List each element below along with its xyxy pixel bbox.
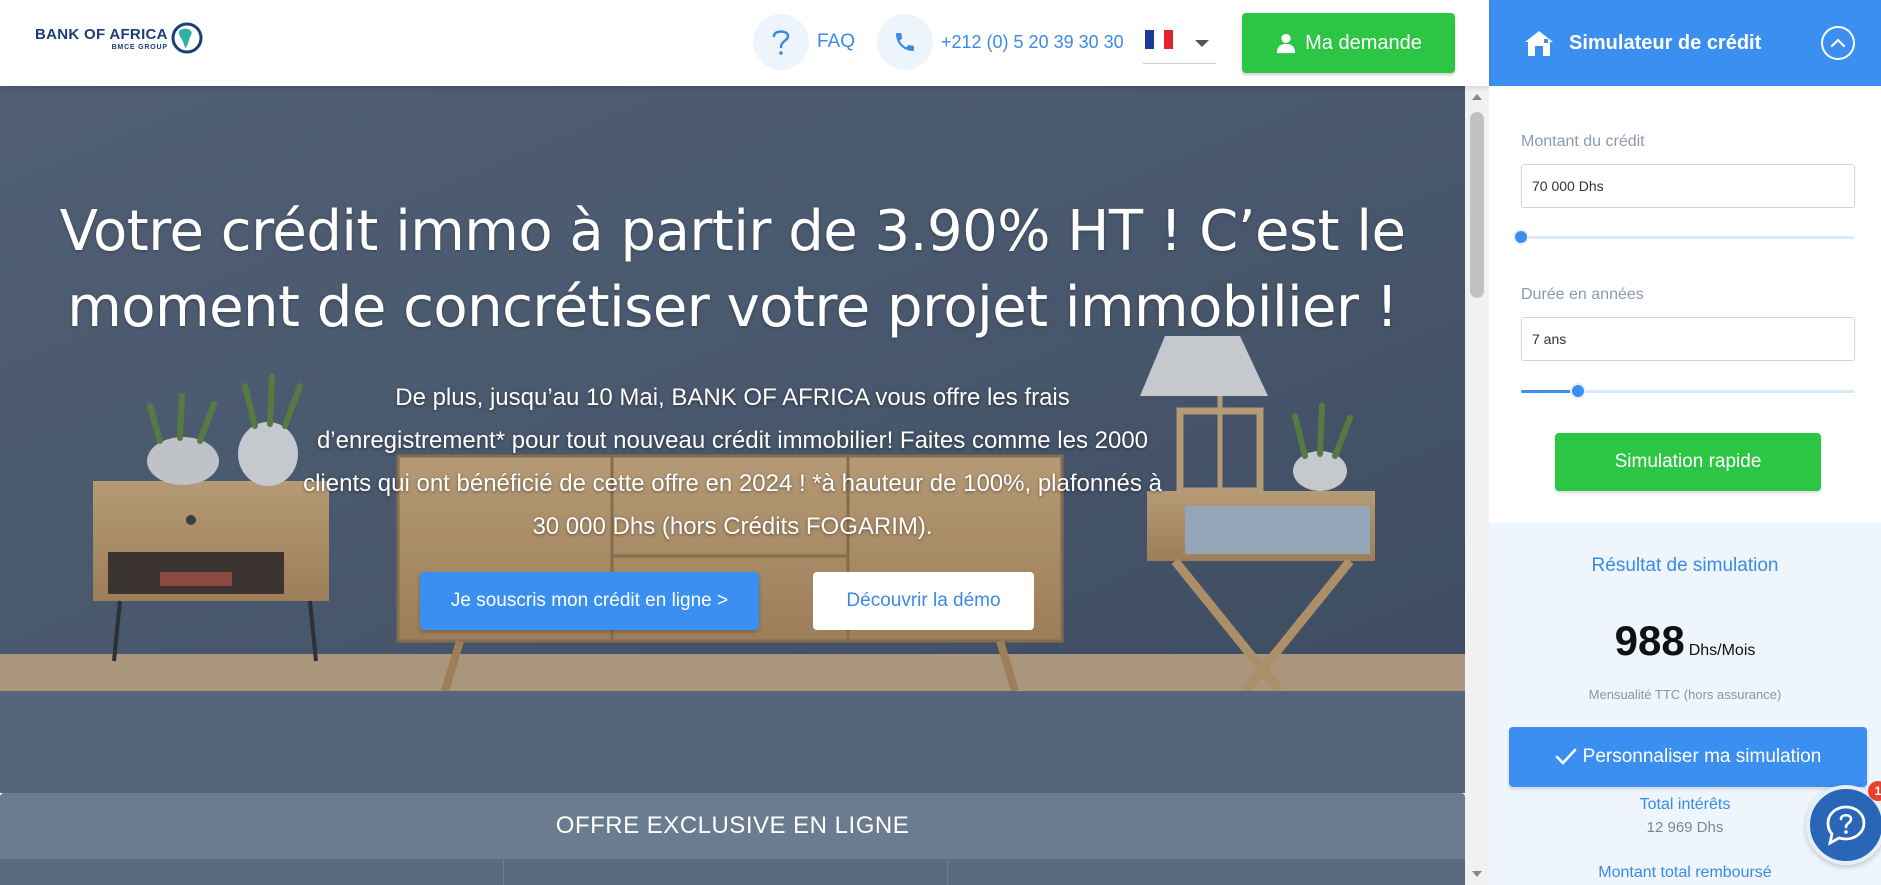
logo-sub-text: BMCE GROUP — [111, 43, 168, 51]
monthly-payment-unit: Dhs/Mois — [1688, 642, 1756, 659]
result-title: Résultat de simulation — [1591, 555, 1779, 576]
logo-main-text: BANK OF AFRICA — [35, 25, 168, 43]
amount-slider-track — [1521, 236, 1855, 239]
phone-link[interactable]: +212 (0) 5 20 39 30 30 — [877, 14, 1124, 70]
scrollbar-thumb[interactable] — [1470, 112, 1484, 298]
duration-input[interactable]: 7 ans — [1521, 317, 1855, 361]
amount-label: Montant du crédit — [1521, 133, 1645, 150]
collapse-simulator-button[interactable] — [1821, 26, 1855, 60]
quick-simulation-button[interactable]: Simulation rapide — [1555, 433, 1821, 491]
simulator-title: Simulateur de crédit — [1569, 31, 1762, 54]
hero-banner: Votre crédit immo à partir de 3.90% HT !… — [0, 86, 1465, 691]
discover-demo-button[interactable]: Découvrir la démo — [813, 572, 1034, 630]
offer-column — [504, 859, 948, 885]
monthly-payment-note: Mensualité TTC (hors assurance) — [1588, 687, 1782, 702]
house-icon — [1525, 31, 1553, 56]
question-mark-icon — [753, 14, 809, 70]
notification-badge: 1 — [1868, 781, 1881, 801]
duration-slider[interactable] — [1521, 383, 1855, 399]
faq-label: FAQ — [817, 31, 856, 52]
scroll-up-icon[interactable] — [1472, 94, 1482, 100]
hero-bottom-band — [0, 691, 1465, 793]
ma-demande-label: Ma demande — [1305, 31, 1422, 54]
language-selector[interactable] — [1143, 24, 1216, 64]
hero-title: Votre crédit immo à partir de 3.90% HT !… — [59, 199, 1406, 340]
user-icon — [1276, 33, 1296, 54]
monthly-payment-value: 988 — [1614, 617, 1685, 664]
offer-column — [948, 859, 1465, 885]
amount-slider[interactable] — [1513, 229, 1855, 245]
help-chat-icon — [1826, 805, 1866, 846]
french-flag-icon — [1145, 30, 1173, 49]
offers-strip — [0, 859, 1465, 885]
duration-slider-handle[interactable] — [1569, 383, 1586, 399]
logo-text: BANK OF AFRICA BMCE GROUP — [35, 26, 168, 51]
scroll-down-icon[interactable] — [1472, 871, 1482, 877]
chevron-up-icon — [1830, 38, 1846, 48]
top-header: BANK OF AFRICA BMCE GROUP FAQ +212 (0) 5… — [0, 0, 1489, 86]
checkmark-icon — [1555, 748, 1576, 765]
faq-link[interactable]: FAQ — [753, 14, 855, 70]
customize-simulation-label: Personnaliser ma simulation — [1582, 746, 1822, 767]
bank-logo[interactable]: BANK OF AFRICA BMCE GROUP — [35, 22, 203, 54]
ma-demande-button[interactable]: Ma demande — [1242, 13, 1455, 73]
chevron-down-icon — [1195, 40, 1209, 47]
credit-simulator-panel: Simulateur de crédit Montant du crédit 7… — [1489, 0, 1881, 885]
hero-subtitle: De plus, jusqu’au 10 Mai, BANK OF AFRICA… — [303, 384, 1162, 540]
subscribe-online-button[interactable]: Je souscris mon crédit en ligne > — [420, 572, 759, 630]
globe-logo-icon — [171, 22, 203, 54]
monthly-payment: 988 Dhs/Mois — [1489, 617, 1881, 665]
offer-column — [0, 859, 504, 885]
amount-input[interactable]: 70 000 Dhs — [1521, 164, 1855, 208]
customize-simulation-button[interactable]: Personnaliser ma simulation — [1509, 727, 1867, 787]
page-scrollbar[interactable] — [1465, 86, 1489, 885]
exclusive-offer-bar: OFFRE EXCLUSIVE EN LIGNE — [0, 793, 1465, 859]
phone-icon — [877, 14, 933, 70]
simulator-header: Simulateur de crédit — [1489, 0, 1881, 86]
total-repaid-label: Montant total remboursé — [1598, 864, 1772, 881]
amount-slider-handle[interactable] — [1513, 229, 1529, 245]
phone-number: +212 (0) 5 20 39 30 30 — [941, 31, 1124, 52]
duration-label: Durée en années — [1521, 286, 1644, 303]
